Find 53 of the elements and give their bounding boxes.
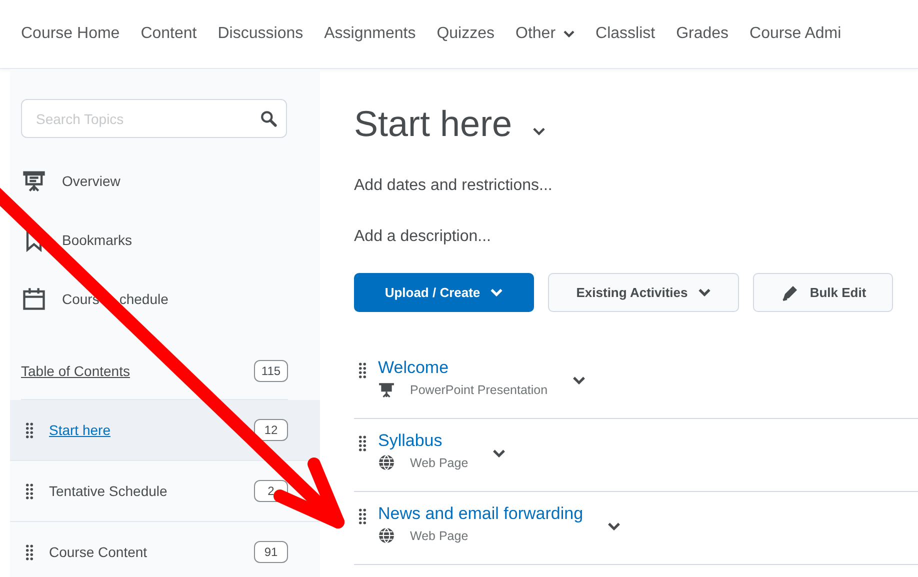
sidebar-link[interactable]: Bookmarks — [10, 227, 320, 253]
nav-link[interactable]: Course Home — [21, 25, 120, 43]
toc-link[interactable]: Table of Contents — [21, 363, 130, 379]
action-button[interactable]: Existing Activities — [548, 273, 739, 312]
count-badge: 91 — [254, 541, 288, 563]
item-type: Web Page — [410, 528, 468, 542]
drag-handle-icon[interactable] — [358, 435, 367, 452]
sidebar-link[interactable]: Cours chedule — [10, 286, 320, 312]
nav-link[interactable]: Other — [516, 25, 575, 43]
chevron-down-icon[interactable] — [607, 522, 622, 531]
module-item[interactable]: Start here 12 — [10, 400, 320, 461]
search-icon[interactable] — [260, 110, 277, 127]
drag-handle-icon[interactable] — [25, 544, 34, 560]
count-badge: 12 — [254, 419, 288, 441]
chevron-down-icon — [562, 30, 575, 38]
drag-handle-icon[interactable] — [25, 422, 34, 438]
chevron-down-icon[interactable] — [492, 449, 506, 458]
calendar-icon — [21, 286, 47, 312]
module-title: Start here — [49, 422, 112, 438]
drag-handle-icon[interactable] — [358, 508, 367, 525]
chevron-down-icon[interactable] — [572, 376, 586, 385]
add-description-link[interactable]: Add a description... — [354, 222, 918, 251]
sidebar-link[interactable]: Overview — [10, 168, 320, 194]
item-title-link[interactable]: Welcome — [378, 358, 548, 378]
search-field[interactable]: Search Topics — [21, 99, 287, 138]
nav-link[interactable]: Classlist — [596, 25, 656, 43]
item-title-link[interactable]: News and email forwarding — [378, 504, 584, 524]
chevron-down-icon — [698, 288, 711, 297]
nav-link[interactable]: Assignments — [324, 25, 416, 43]
item-title-link[interactable]: Syllabus — [378, 431, 468, 451]
module-item[interactable]: Course Content 91 — [10, 522, 320, 577]
chevron-down-icon — [490, 288, 504, 297]
action-button[interactable]: Upload / Create — [354, 273, 534, 312]
module-title: Tentative Schedule — [49, 483, 168, 499]
page-title: Start here — [354, 103, 512, 145]
item-type: Web Page — [410, 456, 468, 470]
presentation-icon — [378, 381, 395, 398]
module-title: Course Content — [49, 544, 148, 560]
nav-link[interactable]: Course Admi — [750, 25, 842, 43]
nav-link[interactable]: Grades — [676, 25, 729, 43]
module-item[interactable]: Tentative Schedule 2 — [10, 461, 320, 522]
count-badge: 115 — [254, 360, 288, 382]
nav-link[interactable]: Discussions — [218, 25, 304, 43]
nav-link[interactable]: Content — [140, 25, 197, 43]
add-dates-link[interactable]: Add dates and restrictions... — [354, 171, 918, 200]
chevron-down-icon[interactable] — [532, 126, 546, 136]
nav-link[interactable]: Quizzes — [436, 25, 494, 43]
drag-handle-icon[interactable] — [358, 362, 367, 379]
action-button[interactable]: Bulk Edit — [753, 273, 893, 312]
drag-handle-icon[interactable] — [25, 482, 34, 500]
globe-icon — [378, 527, 395, 544]
globe-icon — [378, 454, 395, 471]
item-type: PowerPoint Presentation — [410, 382, 548, 396]
